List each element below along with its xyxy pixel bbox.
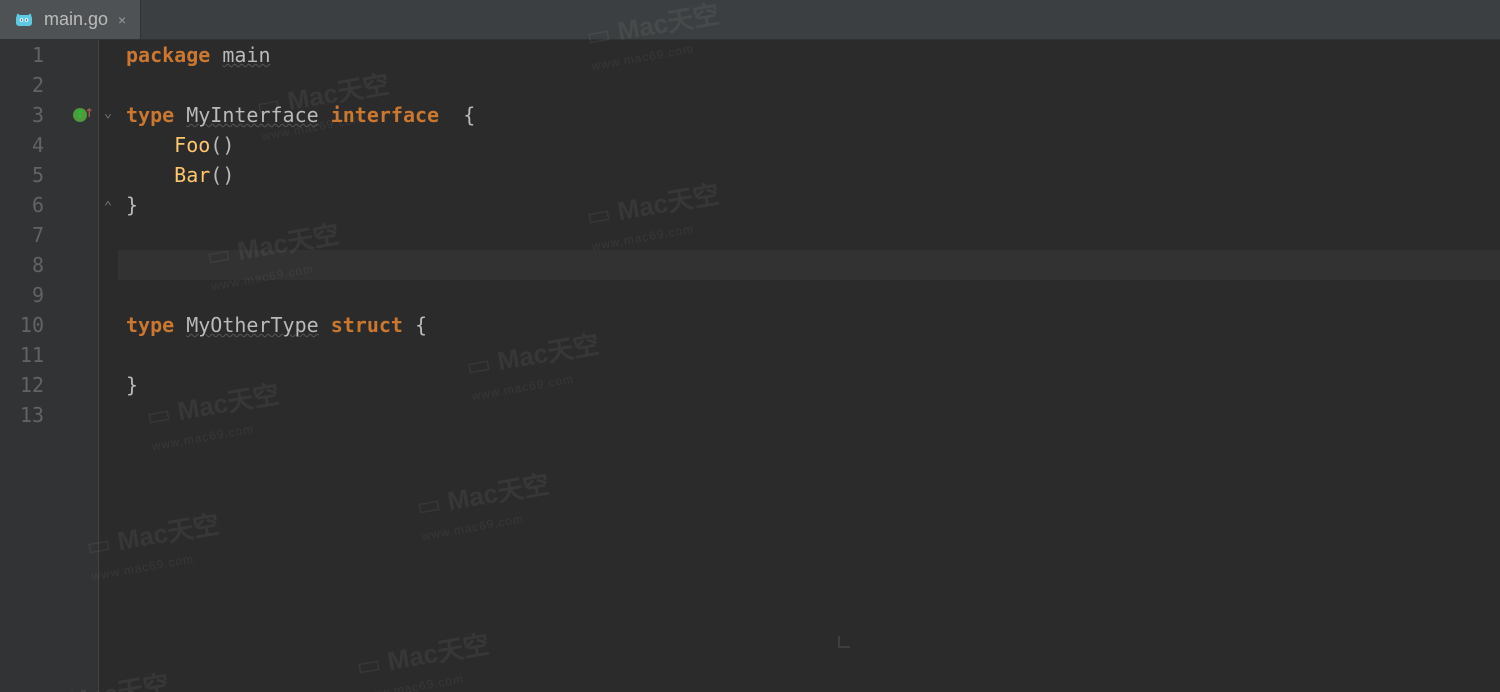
token-func: Foo xyxy=(174,133,210,157)
tab-bar: main.go × xyxy=(0,0,1500,40)
line-number: 1 xyxy=(0,40,44,70)
line-number: 9 xyxy=(0,280,44,310)
line-number: 12 xyxy=(0,370,44,400)
line-number: 11 xyxy=(0,340,44,370)
line-number: 10 xyxy=(0,310,44,340)
token-punct: () xyxy=(210,163,234,187)
tab-main-go[interactable]: main.go × xyxy=(0,0,141,39)
line-number: 8 xyxy=(0,250,44,280)
code-line[interactable]: } xyxy=(126,370,1500,400)
code-line[interactable] xyxy=(126,70,1500,100)
line-number: 3 xyxy=(0,100,44,130)
token-func: Bar xyxy=(174,163,210,187)
line-number: 4 xyxy=(0,130,44,160)
fold-collapse-icon[interactable] xyxy=(101,108,115,122)
code-line[interactable]: } xyxy=(126,190,1500,220)
token-punct: } xyxy=(126,193,138,217)
code-line[interactable] xyxy=(126,400,1500,430)
close-tab-icon[interactable]: × xyxy=(118,12,126,28)
watermark: ▭ Mac天空www.mac69.com xyxy=(354,629,497,692)
line-number-gutter: 12345678910111213 xyxy=(0,40,62,692)
token-kw: struct xyxy=(331,313,403,337)
current-line-highlight xyxy=(118,250,1500,280)
code-line[interactable] xyxy=(126,280,1500,310)
fold-gutter xyxy=(98,40,118,692)
code-line[interactable]: type MyOtherType struct { xyxy=(126,310,1500,340)
line-number: 5 xyxy=(0,160,44,190)
token-punct: } xyxy=(126,373,138,397)
token-ident: main xyxy=(222,43,270,67)
line-number: 7 xyxy=(0,220,44,250)
code-editor[interactable]: 12345678910111213 I ↑ package maintype M… xyxy=(0,40,1500,692)
token-kw: package xyxy=(126,43,210,67)
code-line[interactable]: type MyInterface interface { xyxy=(126,100,1500,130)
code-line[interactable]: package main xyxy=(126,40,1500,70)
token-kw: interface xyxy=(331,103,439,127)
fold-expand-icon[interactable] xyxy=(101,198,115,212)
line-number: 6 xyxy=(0,190,44,220)
token-ident: MyOtherType xyxy=(186,313,318,337)
code-line[interactable] xyxy=(126,250,1500,280)
code-line[interactable]: Bar() xyxy=(126,160,1500,190)
watermark: ▭ Mac天空www.mac69.com xyxy=(414,469,557,551)
code-area[interactable]: package main type MyInterface interface {… xyxy=(118,40,1500,692)
interface-implemented-icon[interactable]: I ↑ xyxy=(68,100,92,130)
token-punct: { xyxy=(463,103,475,127)
code-line[interactable] xyxy=(126,220,1500,250)
marker-gutter: I ↑ xyxy=(62,40,98,692)
code-line[interactable] xyxy=(126,340,1500,370)
token-punct: { xyxy=(415,313,427,337)
token-kw: type xyxy=(126,313,174,337)
token-ident: MyInterface xyxy=(186,103,318,127)
crop-mark-icon xyxy=(838,636,850,648)
token-kw: type xyxy=(126,103,174,127)
token-punct: () xyxy=(210,133,234,157)
line-number: 13 xyxy=(0,400,44,430)
code-line[interactable]: Foo() xyxy=(126,130,1500,160)
go-file-icon xyxy=(14,10,34,30)
tab-label: main.go xyxy=(44,9,108,30)
line-number: 2 xyxy=(0,70,44,100)
